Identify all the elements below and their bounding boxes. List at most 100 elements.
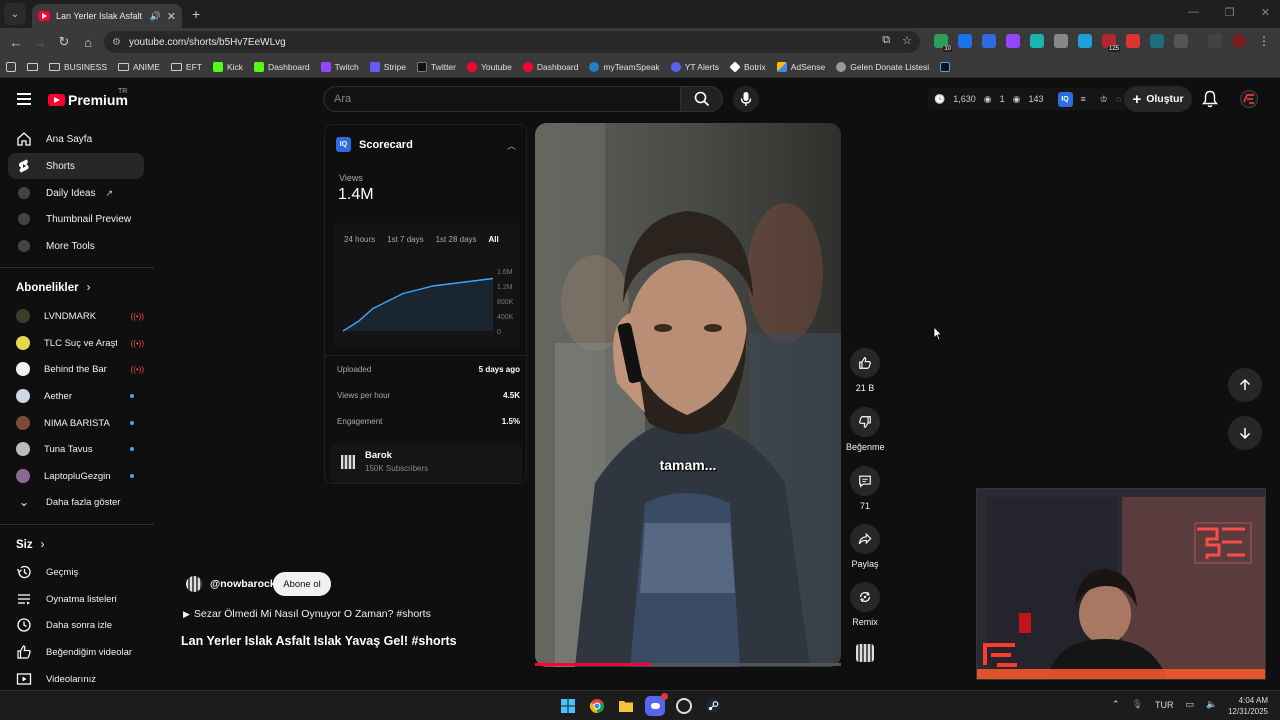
voice-search-button[interactable] [733, 86, 759, 112]
extension-blue-arrow-icon[interactable] [958, 34, 972, 48]
trophy-icon[interactable]: ♔ [1100, 94, 1108, 105]
speaker-icon[interactable]: 🔊 [150, 11, 161, 22]
list-icon[interactable]: ≡ [1081, 94, 1086, 104]
bookmark-item[interactable]: Dashboard [254, 61, 310, 72]
bookmark-item-extra[interactable] [940, 61, 951, 72]
sidebar-item-playlists[interactable]: Oynatma listeleri [8, 586, 144, 612]
create-button[interactable]: + Oluştur [1124, 86, 1192, 112]
taskbar-clock[interactable]: 4:04 AM 12/31/2025 [1224, 695, 1268, 717]
volume-icon[interactable]: 🔈 [1206, 699, 1217, 710]
scorecard-channel-card[interactable]: Barok 150K Subscribers [331, 443, 522, 483]
forward-icon[interactable]: → [28, 35, 52, 50]
bookmark-item[interactable]: Twitter [416, 61, 456, 72]
share-button[interactable] [850, 524, 880, 554]
subscription-item[interactable]: TLC Suç ve Araştırma ((•)) [8, 330, 144, 356]
search-button[interactable] [681, 86, 723, 112]
notifications-button[interactable] [1202, 90, 1218, 111]
bookmark-item[interactable]: YT Alerts [670, 61, 719, 72]
reload-icon[interactable]: ↻ [52, 34, 76, 50]
sidebar-item-thumbnail-preview[interactable]: Thumbnail Preview [8, 206, 144, 232]
remix-button[interactable] [850, 582, 880, 612]
vidiq-icon[interactable]: IQ [1057, 91, 1073, 107]
chevron-up-icon[interactable]: ⌃ [1112, 699, 1120, 710]
extension-teal-icon[interactable] [1030, 34, 1044, 48]
account-avatar[interactable] [1240, 90, 1258, 108]
channel-avatar[interactable] [186, 576, 202, 592]
language-indicator[interactable]: TUR [1155, 700, 1174, 710]
extension-screen-icon[interactable] [1150, 34, 1164, 48]
sidebar-item-liked-videos[interactable]: Beğendiğim videolar [8, 639, 144, 665]
playlist-link[interactable]: ▶ Sezar Ölmedi Mi Nasıl Oynuyor O Zaman? … [183, 608, 431, 620]
dislike-button[interactable] [850, 407, 880, 437]
subscription-item[interactable]: Aether [8, 383, 144, 409]
share-action[interactable]: Paylaş [848, 524, 882, 569]
channel-handle[interactable]: @nowbarock [210, 578, 276, 590]
sound-source-thumbnail[interactable] [856, 644, 874, 662]
next-short-button[interactable] [1228, 416, 1262, 450]
windows-start-icon[interactable] [558, 696, 578, 716]
sidebar-item-shorts[interactable]: Shorts [8, 153, 144, 179]
sidebar-item-more-tools[interactable]: More Tools [8, 233, 144, 259]
bookmark-item[interactable]: Youtube [466, 61, 512, 72]
extension-cyan-icon[interactable] [1078, 34, 1092, 48]
monitor-icon[interactable]: ▭ [1185, 699, 1194, 710]
scorecard-header[interactable]: IQ Scorecard [336, 137, 413, 152]
previous-short-button[interactable] [1228, 368, 1262, 402]
close-tab-icon[interactable]: ✕ [167, 10, 176, 23]
extension-red-icon[interactable] [1126, 34, 1140, 48]
discord-icon[interactable] [645, 693, 668, 716]
bookmark-item[interactable]: BUSINESS [49, 62, 107, 72]
remix-action[interactable]: Remix [848, 582, 882, 627]
browser-menu-icon[interactable]: ⋮ [1258, 34, 1270, 48]
sidebar-item-daily-ideas[interactable]: Daily Ideas ↗ [8, 180, 144, 206]
subscriptions-heading[interactable]: Abonelikler › [16, 282, 90, 294]
like-button[interactable] [850, 348, 880, 378]
profile-avatar-icon[interactable] [1232, 34, 1246, 48]
chat-icon[interactable]: ◌ [1116, 94, 1121, 104]
bookmark-item[interactable]: Gelen Donate Listesi [836, 61, 929, 72]
reading-list-icon[interactable] [1208, 34, 1222, 48]
extension-purple-icon[interactable] [1006, 34, 1020, 48]
show-more-button[interactable]: ⌄ Daha fazla göster [8, 489, 144, 515]
subscription-item[interactable]: NIMA BARISTA [8, 410, 144, 436]
bookmark-folder-blank[interactable] [27, 62, 38, 71]
chrome-icon[interactable] [587, 696, 607, 716]
subscription-item[interactable]: Behind the Bar ((•)) [8, 356, 144, 382]
minimize-icon[interactable]: — [1188, 6, 1199, 19]
subscribe-button[interactable]: Abone ol [273, 572, 331, 596]
like-action[interactable]: 21 B [848, 348, 882, 393]
subscription-item[interactable]: Tuna Tavus [8, 436, 144, 462]
site-info-icon[interactable]: ⚙ [112, 37, 121, 48]
tab-search-icon[interactable]: ⌄ [4, 3, 26, 25]
you-heading[interactable]: Siz › [16, 539, 44, 551]
sidebar-item-home[interactable]: Ana Sayfa [8, 126, 144, 152]
steam-icon[interactable] [703, 696, 723, 716]
obs-icon[interactable] [674, 696, 694, 716]
bookmark-item[interactable]: AdSense [776, 61, 825, 72]
install-app-icon[interactable]: ⧉ [882, 34, 890, 47]
bookmark-star-icon[interactable]: ☆ [902, 34, 912, 47]
maximize-icon[interactable]: ❐ [1225, 6, 1235, 19]
chevron-up-icon[interactable]: ︿ [507, 139, 516, 152]
youtube-logo[interactable]: Premium [48, 92, 128, 108]
bookmark-item[interactable]: Dashboard [522, 61, 578, 72]
extension-red-badge-icon[interactable]: 125 [1102, 34, 1120, 52]
bookmark-item[interactable]: Kick [212, 61, 243, 72]
vidiq-stats-chip[interactable]: 🕓 1,630 ◉ 1 ◉ 143 IQ ≡ ♔ ◌ [928, 88, 1128, 110]
extension-image-icon[interactable] [1054, 34, 1068, 48]
sidebar-item-your-videos[interactable]: Videolarınız [8, 666, 144, 692]
microphone-icon[interactable]: 🎙 [1132, 699, 1143, 710]
subscription-item[interactable]: LVNDMARK ((•)) [8, 303, 144, 329]
close-window-icon[interactable]: ✕ [1261, 6, 1270, 19]
sidebar-item-watch-later[interactable]: Daha sonra izle [8, 612, 144, 638]
bookmark-item[interactable]: Twitch [320, 61, 359, 72]
file-explorer-icon[interactable] [616, 696, 636, 716]
bookmark-item[interactable]: Botrix [729, 60, 766, 73]
bookmark-item[interactable]: EFT [170, 62, 202, 72]
back-icon[interactable]: ← [4, 35, 28, 50]
sidebar-item-history[interactable]: Geçmiş [8, 559, 144, 585]
browser-tab-active[interactable]: Lan Yerler Islak Asfalt Islak Yavaş Gel!… [32, 4, 182, 28]
video-progress-bar[interactable] [535, 663, 841, 666]
new-tab-button[interactable]: + [192, 6, 200, 22]
extension-green-icon[interactable]: 10 [934, 34, 952, 52]
